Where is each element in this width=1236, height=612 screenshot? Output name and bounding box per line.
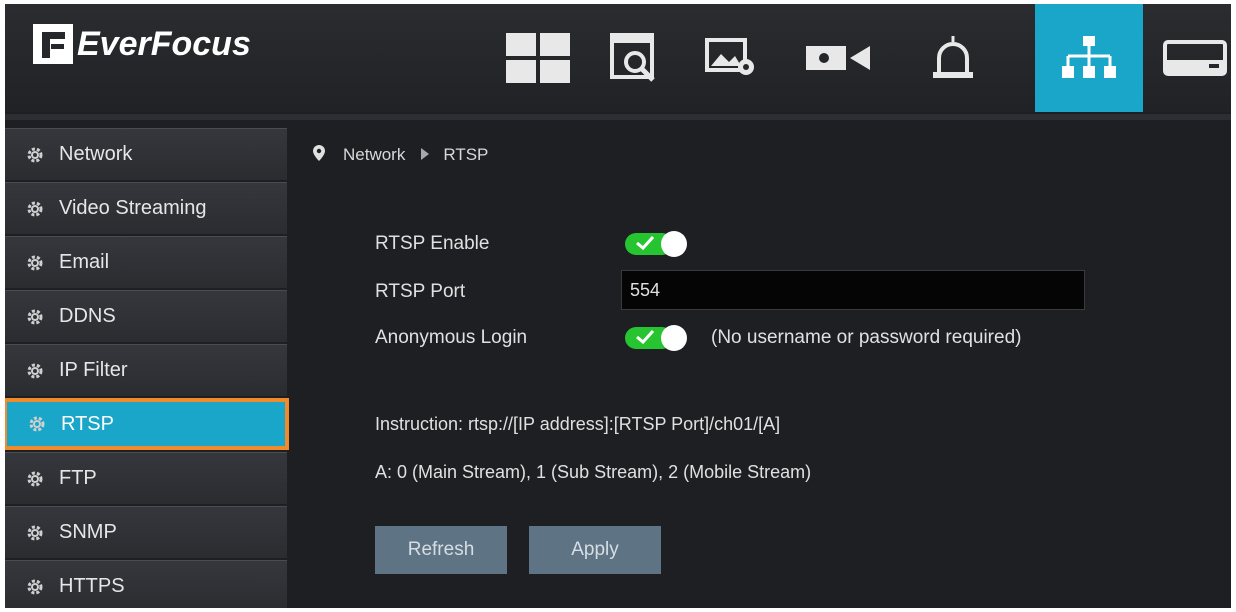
breadcrumb: Network RTSP [313, 142, 488, 168]
rtsp-port-input[interactable] [621, 270, 1085, 310]
sidebar-item-ddns[interactable]: DDNS [5, 290, 287, 342]
brand-name: EverFocus [77, 24, 251, 63]
refresh-button[interactable]: Refresh [375, 526, 507, 574]
breadcrumb-current: RTSP [443, 145, 489, 164]
gear-icon [25, 361, 45, 381]
sidebar-item-rtsp[interactable]: RTSP [5, 398, 289, 450]
sidebar-item-label: IP Filter [59, 359, 128, 381]
gear-icon [25, 577, 45, 597]
top-navigation-bar: EverFocus [5, 4, 1231, 112]
apply-button[interactable]: Apply [529, 526, 661, 574]
anonymous-login-label: Anonymous Login [375, 327, 528, 348]
check-icon [636, 329, 655, 345]
sidebar-item-email[interactable]: Email [5, 236, 287, 288]
sidebar-item-label: Network [59, 143, 133, 165]
header-divider [5, 114, 1231, 120]
sidebar-item-ftp[interactable]: FTP [5, 452, 287, 504]
rtsp-port-label: RTSP Port [375, 281, 466, 302]
stream-index-legend: A: 0 (Main Stream), 1 (Sub Stream), 2 (M… [375, 462, 812, 482]
alarm-icon[interactable] [913, 4, 993, 112]
sidebar-item-label: HTTPS [59, 575, 125, 597]
sidebar-item-video-streaming[interactable]: Video Streaming [5, 182, 287, 234]
live-view-grid-icon[interactable] [498, 4, 578, 112]
rtsp-enable-label: RTSP Enable [375, 233, 490, 254]
breadcrumb-parent[interactable]: Network [343, 145, 405, 165]
rtsp-instruction-text: Instruction: rtsp://[IP address]:[RTSP P… [375, 414, 781, 434]
sidebar-item-label: SNMP [59, 521, 117, 543]
location-pin-icon [313, 144, 325, 166]
rtsp-enable-toggle[interactable] [625, 231, 691, 257]
settings-sidebar: Network Video Streaming Email DDNS IP Filter… [5, 128, 289, 608]
breadcrumb-arrow-icon [421, 145, 430, 165]
anonymous-login-hint: (No username or password required) [711, 327, 1022, 348]
image-settings-icon[interactable] [692, 4, 772, 112]
gear-icon [25, 253, 45, 273]
gear-icon [25, 145, 45, 165]
storage-icon[interactable] [1155, 4, 1231, 112]
sidebar-item-label: RTSP [61, 412, 114, 435]
gear-icon [25, 199, 45, 219]
sidebar-item-network[interactable]: Network [5, 128, 287, 180]
sidebar-item-https[interactable]: HTTPS [5, 560, 287, 608]
gear-icon [27, 414, 47, 434]
check-icon [636, 235, 655, 251]
brand-logo: EverFocus [33, 22, 251, 66]
gear-icon [25, 523, 45, 543]
network-icon[interactable] [1035, 4, 1143, 112]
sidebar-item-label: Video Streaming [59, 197, 207, 219]
sidebar-item-label: FTP [59, 467, 97, 489]
anonymous-login-toggle[interactable] [625, 325, 691, 351]
app-window: EverFocus Network Video Streaming Email … [5, 4, 1231, 608]
sidebar-item-label: Email [59, 251, 110, 273]
sidebar-item-ip-filter[interactable]: IP Filter [5, 344, 287, 396]
playback-icon[interactable] [594, 4, 674, 112]
logo-mark-icon [33, 24, 73, 64]
camera-icon[interactable] [798, 4, 878, 112]
sidebar-item-label: DDNS [59, 305, 116, 327]
gear-icon [25, 307, 45, 327]
sidebar-item-snmp[interactable]: SNMP [5, 506, 287, 558]
gear-icon [25, 469, 45, 489]
